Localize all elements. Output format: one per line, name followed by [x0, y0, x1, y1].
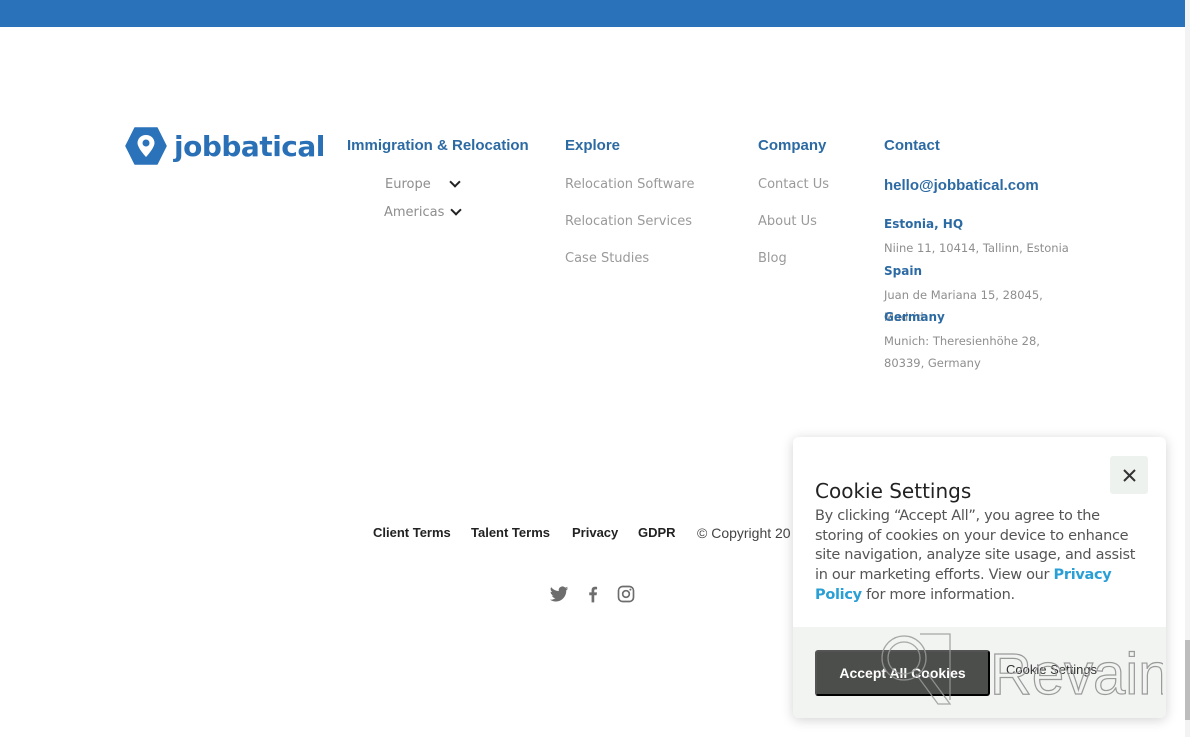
office-name: Estonia, HQ — [884, 217, 964, 231]
cookie-banner: Cookie Settings By clicking “Accept All”… — [793, 437, 1166, 718]
twitter-icon[interactable] — [549, 584, 569, 604]
region-europe[interactable]: Europe — [385, 176, 461, 192]
link-talent-terms[interactable]: Talent Terms — [471, 525, 550, 540]
region-label: Europe — [385, 177, 431, 192]
cookie-settings-button[interactable]: Cookie Settings — [1006, 662, 1097, 677]
facebook-icon[interactable] — [583, 584, 603, 604]
office-name: Spain — [884, 264, 922, 278]
page: jobbatical Immigration & Relocation Euro… — [0, 0, 1190, 737]
chevron-down-icon[interactable] — [450, 204, 463, 216]
immigration-heading: Immigration & Relocation — [347, 137, 529, 154]
scrollbar-thumb[interactable] — [1185, 640, 1190, 720]
cookie-footer: Accept All Cookies Cookie Settings — [793, 627, 1166, 718]
logo-pin-icon — [125, 127, 167, 165]
link-contact-us[interactable]: Contact Us — [758, 177, 829, 192]
region-label: Americas — [384, 205, 445, 220]
office-name: Germany — [884, 310, 945, 324]
cookie-close-button[interactable] — [1110, 456, 1148, 494]
region-americas[interactable]: Americas — [384, 204, 463, 220]
link-case-studies[interactable]: Case Studies — [565, 251, 649, 266]
chevron-down-icon[interactable] — [449, 176, 461, 188]
logo-text: jobbatical — [174, 129, 325, 163]
logo[interactable]: jobbatical — [125, 127, 325, 165]
cookie-description: By clicking “Accept All”, you agree to t… — [815, 507, 1145, 606]
instagram-icon[interactable] — [616, 584, 636, 604]
close-icon — [1122, 468, 1136, 482]
scrollbar-track[interactable] — [1185, 0, 1190, 737]
link-privacy[interactable]: Privacy — [572, 525, 618, 540]
top-header-bar — [0, 0, 1185, 27]
contact-email-link[interactable]: hello@jobbatical.com — [884, 177, 1039, 194]
office-address: Niine 11, 10414, Tallinn, Estonia — [884, 241, 1069, 255]
link-about-us[interactable]: About Us — [758, 214, 817, 229]
contact-heading: Contact — [884, 137, 940, 154]
cookie-text-after: for more information. — [861, 586, 1015, 603]
accept-all-cookies-button[interactable]: Accept All Cookies — [815, 650, 990, 696]
link-gdpr[interactable]: GDPR — [638, 525, 676, 540]
company-heading: Company — [758, 137, 827, 154]
explore-heading: Explore — [565, 137, 621, 154]
link-relocation-services[interactable]: Relocation Services — [565, 214, 692, 229]
link-client-terms[interactable]: Client Terms — [373, 525, 451, 540]
copyright-text: © Copyright 20 — [697, 525, 791, 541]
link-relocation-software[interactable]: Relocation Software — [565, 177, 694, 192]
link-blog[interactable]: Blog — [758, 251, 787, 266]
cookie-title: Cookie Settings — [815, 479, 972, 503]
office-address: Munich: Theresienhöhe 28, 80339, Germany — [884, 334, 1040, 370]
